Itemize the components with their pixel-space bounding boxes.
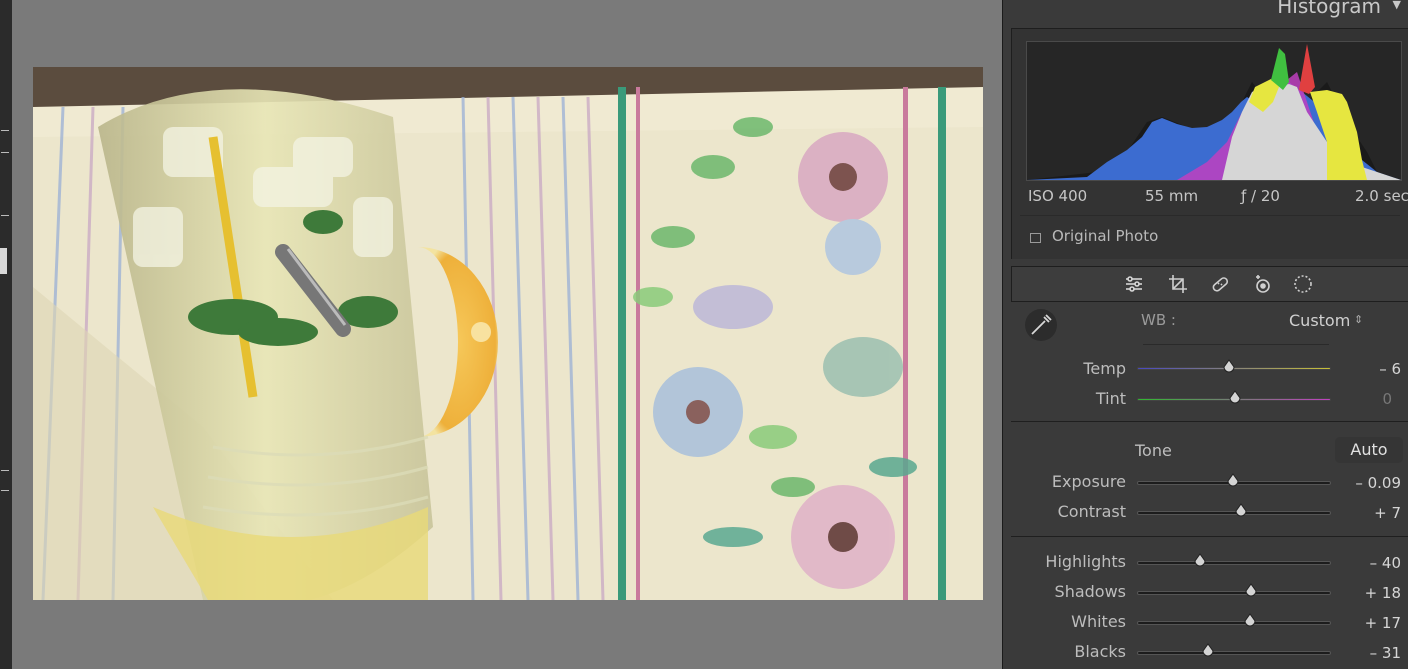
contrast-label: Contrast [1057, 502, 1126, 521]
highlights-value[interactable]: – 40 [1370, 554, 1401, 572]
wb-dropdown-caret-icon[interactable]: ⇕ [1354, 313, 1363, 326]
exif-aperture: ƒ / 20 [1241, 187, 1280, 205]
whites-slider[interactable] [1137, 613, 1331, 627]
exposure-label: Exposure [1051, 472, 1126, 491]
tone-label: Tone [1135, 441, 1172, 460]
photo-preview[interactable] [33, 67, 983, 600]
collapse-caret-icon[interactable]: ▼ [1393, 0, 1401, 11]
edit-sliders-icon[interactable] [1124, 274, 1144, 294]
exposure-value[interactable]: – 0.09 [1355, 474, 1401, 492]
blacks-slider[interactable] [1137, 643, 1331, 657]
wb-divider [1143, 344, 1329, 345]
wb-label: WB : [1141, 311, 1176, 329]
edge-tick [1, 152, 9, 153]
contrast-value[interactable]: + 7 [1374, 504, 1401, 522]
whites-label: Whites [1071, 612, 1126, 631]
blacks-value[interactable]: – 31 [1370, 644, 1401, 662]
temp-label: Temp [1083, 359, 1126, 378]
temp-slider[interactable] [1137, 359, 1331, 373]
develop-right-panel: Histogram ▼ ISO 400 55 mm ƒ / 20 2.0 sec [1002, 0, 1408, 669]
edge-tick [1, 215, 9, 216]
red-eye-icon[interactable] [1253, 274, 1273, 294]
left-panel-edge [0, 0, 12, 669]
original-photo-checkbox[interactable] [1030, 233, 1041, 243]
tint-label: Tint [1095, 389, 1126, 408]
histogram-title[interactable]: Histogram [1277, 0, 1381, 18]
white-balance-picker-icon[interactable] [1025, 309, 1057, 341]
masking-icon[interactable] [1293, 274, 1313, 294]
shadows-label: Shadows [1054, 582, 1126, 601]
image-canvas [12, 0, 1002, 669]
exposure-slider[interactable] [1137, 473, 1331, 487]
edge-tick [1, 490, 9, 491]
tool-strip [1011, 266, 1408, 302]
shadows-slider[interactable] [1137, 583, 1331, 597]
original-photo-label: Original Photo [1052, 227, 1159, 245]
wb-preset-dropdown[interactable]: Custom [1289, 311, 1350, 330]
left-panel-toggle[interactable] [0, 248, 7, 274]
crop-icon[interactable] [1168, 274, 1188, 294]
exif-focal-length: 55 mm [1145, 187, 1199, 205]
section-divider [1011, 536, 1408, 537]
highlights-slider[interactable] [1137, 553, 1331, 567]
histogram-panel: ISO 400 55 mm ƒ / 20 2.0 sec Original Ph… [1011, 28, 1408, 259]
edge-tick [1, 470, 9, 471]
highlights-label: Highlights [1045, 552, 1126, 571]
exif-shutter: 2.0 sec [1355, 187, 1408, 205]
blacks-label: Blacks [1074, 642, 1126, 661]
histogram-divider [1020, 215, 1400, 216]
edge-tick [1, 130, 9, 131]
temp-value[interactable]: – 6 [1379, 360, 1401, 378]
healing-icon[interactable] [1210, 274, 1230, 294]
auto-tone-button[interactable]: Auto [1335, 437, 1403, 463]
exif-iso: ISO 400 [1028, 187, 1088, 205]
histogram-graph[interactable] [1026, 41, 1402, 181]
whites-value[interactable]: + 17 [1365, 614, 1401, 632]
shadows-value[interactable]: + 18 [1365, 584, 1401, 602]
contrast-slider[interactable] [1137, 503, 1331, 517]
section-divider [1011, 421, 1408, 422]
tint-value[interactable]: 0 [1382, 390, 1392, 408]
tint-slider[interactable] [1137, 390, 1331, 404]
